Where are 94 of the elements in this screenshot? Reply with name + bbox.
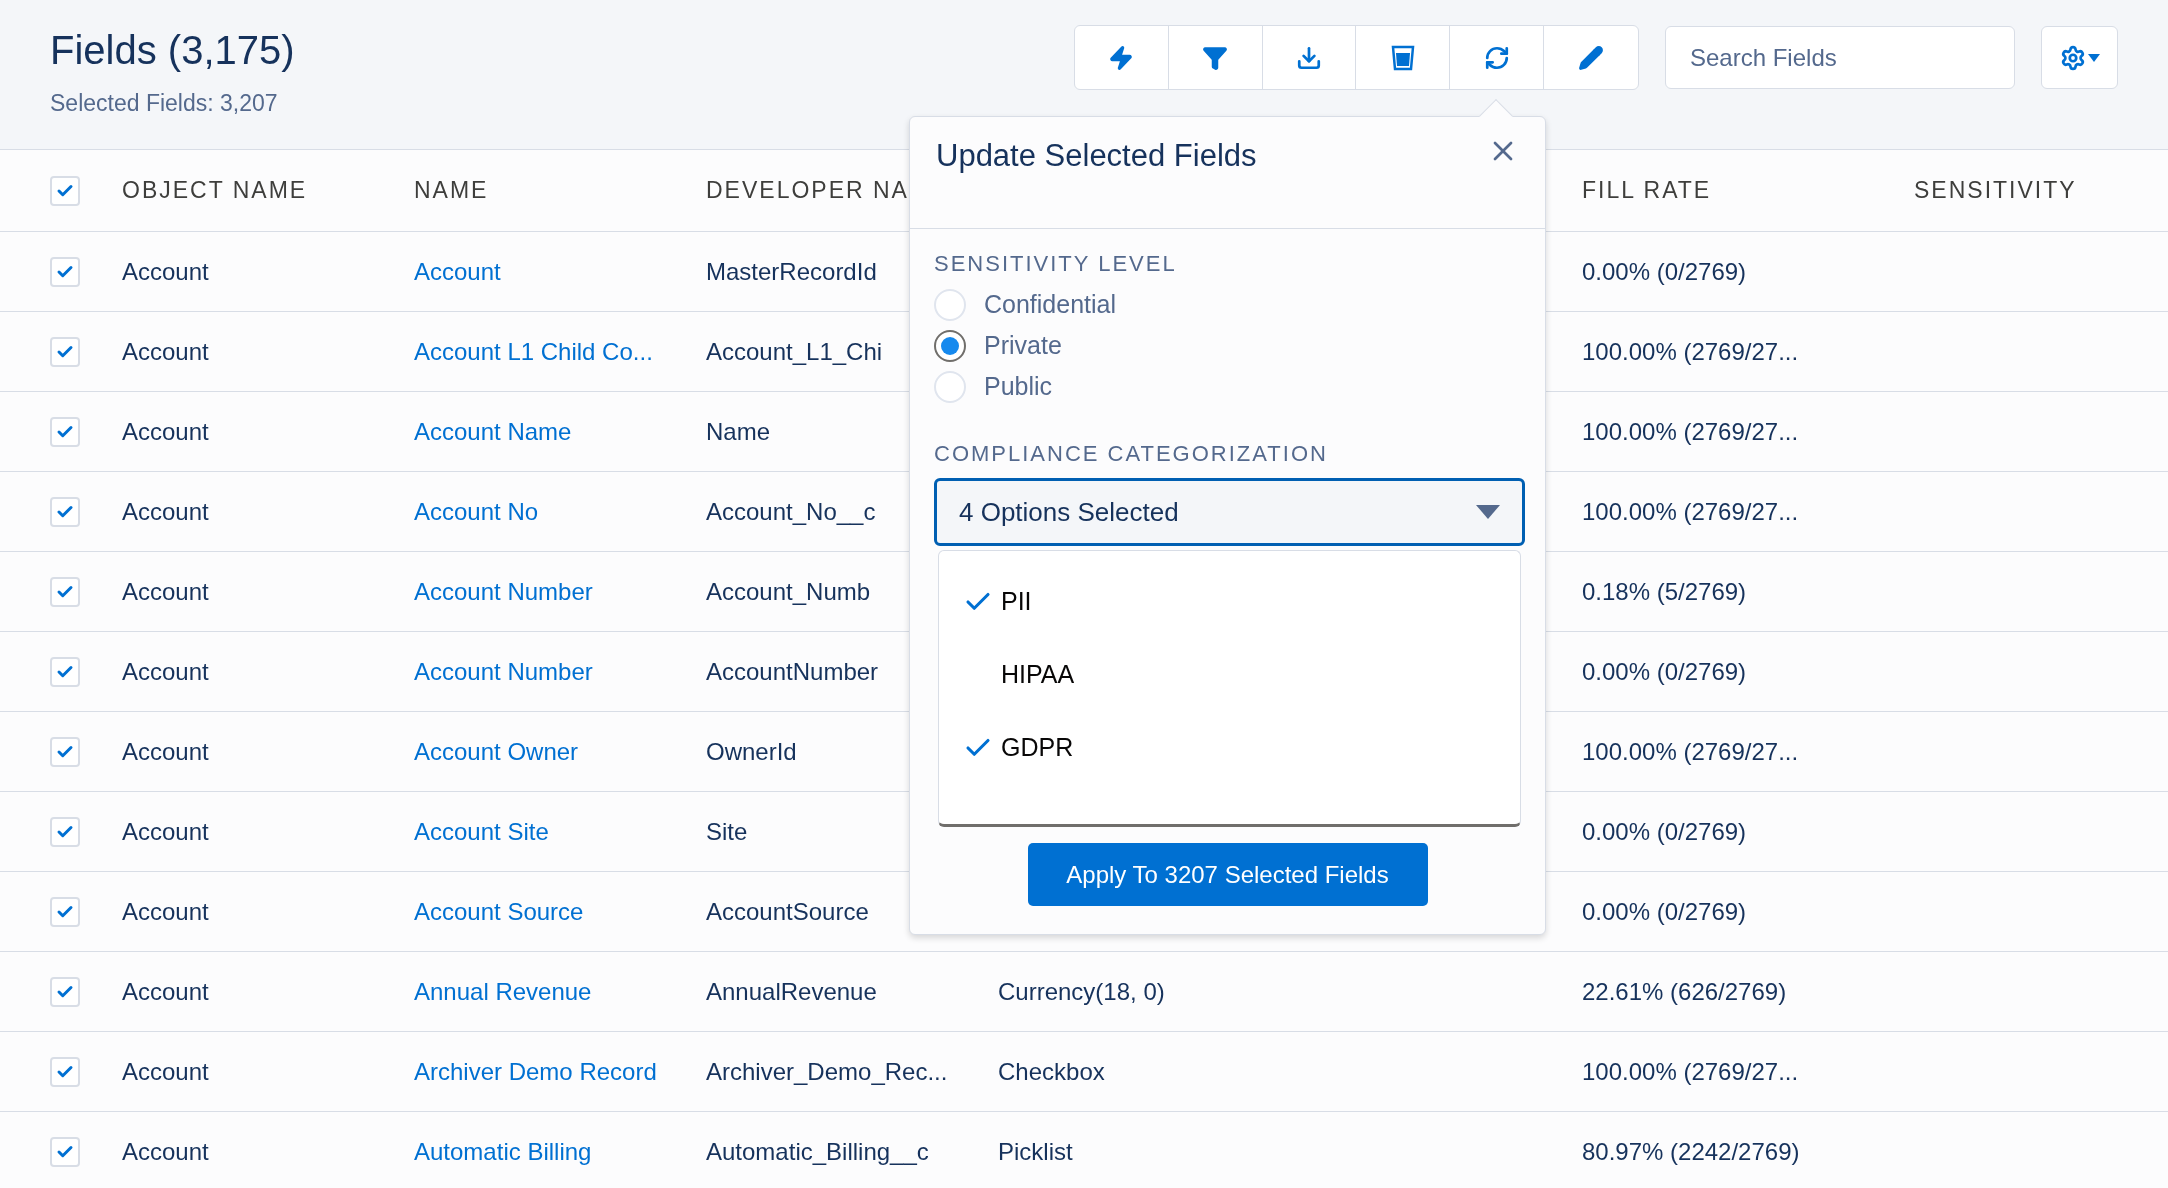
table-cell-text: Account_No__c: [706, 496, 876, 527]
caret-icon: [2087, 53, 2100, 62]
selected-count: Selected Fields: 3,207: [50, 89, 279, 118]
table-cell-text: Account: [122, 896, 209, 927]
radio-option[interactable]: Public: [934, 366, 1521, 407]
lightning-icon: [1108, 44, 1135, 71]
table-cell-text: 0.00% (0/2769): [1582, 656, 1747, 687]
apply-button[interactable]: Apply To 3207 Selected Fields: [1027, 843, 1428, 906]
caret-icon: [1476, 505, 1500, 519]
table-cell-text: Account: [122, 816, 209, 847]
table-cell-text: AccountSource: [706, 896, 869, 927]
table-cell-text: 80.97% (2242/2769): [1582, 1136, 1800, 1167]
column-header[interactable]: FILL RATE: [1582, 173, 1712, 208]
field-link[interactable]: Account Name: [414, 413, 572, 450]
field-link[interactable]: Account Number: [414, 653, 593, 690]
section-label: SENSITIVITY LEVEL: [934, 250, 1178, 278]
field-link[interactable]: Account Number: [414, 573, 593, 610]
table-cell-text: Archiver_Demo_Rec...: [706, 1056, 948, 1087]
option-item[interactable]: PII: [939, 565, 1520, 638]
table-cell-text: Automatic_Billing__c: [706, 1136, 929, 1167]
search-field[interactable]: Search Fields: [1665, 26, 2015, 89]
table-cell-text: Account_Numb: [706, 576, 871, 607]
checkbox[interactable]: [50, 1056, 80, 1087]
checkbox[interactable]: [50, 816, 80, 847]
table-cell-text: Account: [122, 736, 209, 767]
table-cell-text: Checkbox: [998, 1056, 1105, 1087]
checkbox[interactable]: [50, 576, 80, 607]
table-cell-text: AccountNumber: [706, 656, 879, 687]
table-cell-text: 22.61% (626/2769): [1582, 976, 1787, 1007]
table-cell-text: Account: [122, 656, 209, 687]
checkbox[interactable]: [50, 976, 80, 1007]
option-item[interactable]: GDPR: [939, 711, 1520, 784]
table-cell-text: Picklist: [998, 1136, 1073, 1167]
settings-icon: [2059, 44, 2086, 71]
field-link[interactable]: Account Source: [414, 893, 584, 930]
table-cell-text: 100.00% (2769/27...: [1582, 336, 1799, 367]
field-link[interactable]: Account Owner: [414, 733, 579, 770]
field-link[interactable]: Annual Revenue: [414, 973, 592, 1010]
column-header[interactable]: OBJECT NAME: [122, 173, 308, 208]
radio-option[interactable]: Private: [934, 325, 1521, 366]
field-link[interactable]: Archiver Demo Record: [414, 1053, 657, 1090]
column-header[interactable]: DEVELOPER NA: [706, 173, 909, 208]
field-link[interactable]: Account Site: [414, 813, 549, 850]
glass-icon: [1390, 44, 1415, 71]
checkbox[interactable]: [50, 656, 80, 687]
option-item[interactable]: HIPAA: [939, 638, 1520, 711]
radio-option[interactable]: Confidential: [934, 284, 1521, 325]
column-header[interactable]: SENSITIVITY: [1914, 173, 2077, 208]
table-cell-text: Account: [122, 576, 209, 607]
table-cell-text: Account: [122, 976, 209, 1007]
table-cell-text: Account: [122, 496, 209, 527]
table-cell-text: 100.00% (2769/27...: [1582, 736, 1799, 767]
settings-button[interactable]: [2041, 26, 2118, 89]
checkbox[interactable]: [50, 256, 80, 287]
checkbox[interactable]: [50, 736, 80, 767]
download-icon: [1296, 44, 1323, 71]
table-cell-text: 100.00% (2769/27...: [1582, 1056, 1799, 1087]
table-cell-text: 0.00% (0/2769): [1582, 896, 1747, 927]
table-cell-text: Account: [122, 336, 209, 367]
field-link[interactable]: Account L1 Child Co...: [414, 333, 653, 370]
table-cell-text: MasterRecordId: [706, 256, 877, 287]
table-cell-text: Name: [706, 416, 771, 447]
refresh-icon: [1483, 44, 1510, 71]
table-cell-text: Account: [122, 256, 209, 287]
checkbox[interactable]: [50, 416, 80, 447]
checkbox[interactable]: [50, 1136, 80, 1167]
filter-icon: [1202, 44, 1229, 71]
table-cell-text: Account: [122, 416, 209, 447]
section-label: COMPLIANCE CATEGORIZATION: [934, 440, 1329, 468]
popover-title: Update Selected Fields: [936, 137, 1257, 175]
radio-button[interactable]: [934, 329, 966, 362]
field-link[interactable]: Account No: [414, 493, 539, 530]
column-header[interactable]: NAME: [414, 173, 489, 208]
checkbox[interactable]: [50, 175, 80, 206]
field-link[interactable]: Account: [414, 253, 501, 290]
table-cell-text: Site: [706, 816, 748, 847]
table-cell-text: OwnerId: [706, 736, 797, 767]
table-cell-text: AnnualRevenue: [706, 976, 877, 1007]
pencil-icon: [1578, 44, 1605, 71]
table-cell-text: 0.18% (5/2769): [1582, 576, 1747, 607]
field-link[interactable]: Automatic Billing: [414, 1133, 592, 1170]
table-cell-text: Account: [122, 1056, 209, 1087]
table-cell-text: 0.00% (0/2769): [1582, 816, 1747, 847]
multi-select-dropdown[interactable]: 4 Options Selected: [934, 478, 1525, 546]
table-cell-text: Currency(18, 0): [998, 976, 1165, 1007]
table-cell-text: 0.00% (0/2769): [1582, 256, 1747, 287]
page-title: Fields (3,175): [50, 27, 295, 74]
table-cell-text: Account: [122, 1136, 209, 1167]
checkbox[interactable]: [50, 496, 80, 527]
table-cell-text: Account_L1_Chi: [706, 336, 883, 367]
table-cell-text: 100.00% (2769/27...: [1582, 496, 1799, 527]
checkbox[interactable]: [50, 336, 80, 367]
table-cell-text: 100.00% (2769/27...: [1582, 416, 1799, 447]
checkbox[interactable]: [50, 896, 80, 927]
